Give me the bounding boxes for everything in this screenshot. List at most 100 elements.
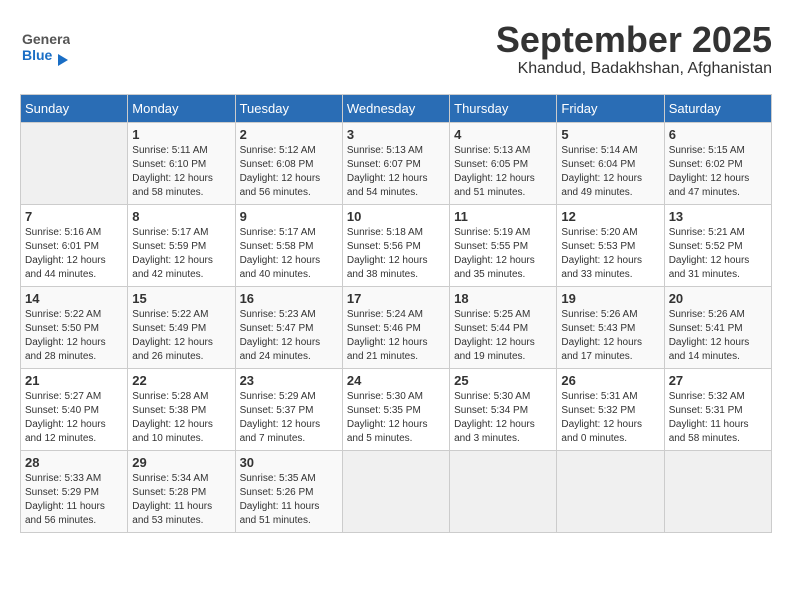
day-number: 18 <box>454 291 552 306</box>
calendar-week-row: 28 Sunrise: 5:33 AM Sunset: 5:29 PM Dayli… <box>21 450 772 532</box>
day-number: 15 <box>132 291 230 306</box>
day-number: 7 <box>25 209 123 224</box>
calendar-week-row: 7 Sunrise: 5:16 AM Sunset: 6:01 PM Daylig… <box>21 204 772 286</box>
day-number: 10 <box>347 209 445 224</box>
day-number: 26 <box>561 373 659 388</box>
day-number: 24 <box>347 373 445 388</box>
day-info: Sunrise: 5:21 AM Sunset: 5:52 PM Dayligh… <box>669 226 767 282</box>
weekday-header-cell: Friday <box>557 94 664 122</box>
month-title: September 2025 <box>496 20 772 60</box>
day-info: Sunrise: 5:30 AM Sunset: 5:35 PM Dayligh… <box>347 390 445 446</box>
calendar-week-row: 1 Sunrise: 5:11 AM Sunset: 6:10 PM Daylig… <box>21 122 772 204</box>
location-title: Khandud, Badakhshan, Afghanistan <box>496 60 772 78</box>
calendar-day-cell: 6 Sunrise: 5:15 AM Sunset: 6:02 PM Daylig… <box>664 122 771 204</box>
calendar-day-cell: 1 Sunrise: 5:11 AM Sunset: 6:10 PM Daylig… <box>128 122 235 204</box>
day-number: 22 <box>132 373 230 388</box>
day-info: Sunrise: 5:29 AM Sunset: 5:37 PM Dayligh… <box>240 390 338 446</box>
day-info: Sunrise: 5:34 AM Sunset: 5:28 PM Dayligh… <box>132 472 230 528</box>
day-number: 3 <box>347 127 445 142</box>
day-info: Sunrise: 5:17 AM Sunset: 5:59 PM Dayligh… <box>132 226 230 282</box>
day-info: Sunrise: 5:15 AM Sunset: 6:02 PM Dayligh… <box>669 144 767 200</box>
day-number: 20 <box>669 291 767 306</box>
day-info: Sunrise: 5:26 AM Sunset: 5:43 PM Dayligh… <box>561 308 659 364</box>
calendar-day-cell: 22 Sunrise: 5:28 AM Sunset: 5:38 PM Dayli… <box>128 368 235 450</box>
day-info: Sunrise: 5:23 AM Sunset: 5:47 PM Dayligh… <box>240 308 338 364</box>
calendar-day-cell <box>342 450 449 532</box>
day-number: 25 <box>454 373 552 388</box>
calendar-day-cell: 23Sunrise: 5:29 AM Sunset: 5:37 PM Dayli… <box>235 368 342 450</box>
day-info: Sunrise: 5:24 AM Sunset: 5:46 PM Dayligh… <box>347 308 445 364</box>
calendar-day-cell: 30 Sunrise: 5:35 AM Sunset: 5:26 PM Dayli… <box>235 450 342 532</box>
svg-text:Blue: Blue <box>22 47 53 63</box>
day-info: Sunrise: 5:17 AM Sunset: 5:58 PM Dayligh… <box>240 226 338 282</box>
calendar-day-cell: 21 Sunrise: 5:27 AM Sunset: 5:40 PM Dayli… <box>21 368 128 450</box>
title-area: September 2025 Khandud, Badakhshan, Afgh… <box>496 20 772 78</box>
day-info: Sunrise: 5:35 AM Sunset: 5:26 PM Dayligh… <box>240 472 338 528</box>
day-number: 11 <box>454 209 552 224</box>
day-number: 5 <box>561 127 659 142</box>
calendar-day-cell <box>21 122 128 204</box>
calendar-day-cell: 28 Sunrise: 5:33 AM Sunset: 5:29 PM Dayli… <box>21 450 128 532</box>
calendar-day-cell <box>557 450 664 532</box>
day-info: Sunrise: 5:25 AM Sunset: 5:44 PM Dayligh… <box>454 308 552 364</box>
day-number: 14 <box>25 291 123 306</box>
day-number: 27 <box>669 373 767 388</box>
day-number: 6 <box>669 127 767 142</box>
day-number: 19 <box>561 291 659 306</box>
calendar-week-row: 14 Sunrise: 5:22 AM Sunset: 5:50 PM Dayli… <box>21 286 772 368</box>
calendar-day-cell: 4Sunrise: 5:13 AM Sunset: 6:05 PM Daylig… <box>450 122 557 204</box>
calendar-day-cell: 10 Sunrise: 5:18 AM Sunset: 5:56 PM Dayli… <box>342 204 449 286</box>
day-info: Sunrise: 5:20 AM Sunset: 5:53 PM Dayligh… <box>561 226 659 282</box>
day-number: 8 <box>132 209 230 224</box>
calendar-day-cell: 15 Sunrise: 5:22 AM Sunset: 5:49 PM Dayli… <box>128 286 235 368</box>
calendar-day-cell: 3Sunrise: 5:13 AM Sunset: 6:07 PM Daylig… <box>342 122 449 204</box>
calendar-day-cell: 24 Sunrise: 5:30 AM Sunset: 5:35 PM Dayli… <box>342 368 449 450</box>
page-header: General Blue September 2025 Khandud, Bad… <box>20 20 772 78</box>
day-info: Sunrise: 5:27 AM Sunset: 5:40 PM Dayligh… <box>25 390 123 446</box>
calendar-body: 1 Sunrise: 5:11 AM Sunset: 6:10 PM Daylig… <box>21 122 772 532</box>
calendar-day-cell: 2Sunrise: 5:12 AM Sunset: 6:08 PM Daylig… <box>235 122 342 204</box>
calendar-day-cell: 29Sunrise: 5:34 AM Sunset: 5:28 PM Dayli… <box>128 450 235 532</box>
calendar-day-cell: 11Sunrise: 5:19 AM Sunset: 5:55 PM Dayli… <box>450 204 557 286</box>
calendar-day-cell: 7 Sunrise: 5:16 AM Sunset: 6:01 PM Daylig… <box>21 204 128 286</box>
logo: General Blue <box>20 20 74 70</box>
calendar-day-cell: 18 Sunrise: 5:25 AM Sunset: 5:44 PM Dayli… <box>450 286 557 368</box>
weekday-header-cell: Monday <box>128 94 235 122</box>
calendar-day-cell <box>664 450 771 532</box>
day-info: Sunrise: 5:32 AM Sunset: 5:31 PM Dayligh… <box>669 390 767 446</box>
day-info: Sunrise: 5:16 AM Sunset: 6:01 PM Dayligh… <box>25 226 123 282</box>
weekday-header-cell: Sunday <box>21 94 128 122</box>
day-number: 2 <box>240 127 338 142</box>
day-number: 17 <box>347 291 445 306</box>
day-number: 12 <box>561 209 659 224</box>
day-number: 30 <box>240 455 338 470</box>
calendar-day-cell: 26 Sunrise: 5:31 AM Sunset: 5:32 PM Dayli… <box>557 368 664 450</box>
calendar-day-cell: 17 Sunrise: 5:24 AM Sunset: 5:46 PM Dayli… <box>342 286 449 368</box>
calendar-day-cell <box>450 450 557 532</box>
day-info: Sunrise: 5:22 AM Sunset: 5:49 PM Dayligh… <box>132 308 230 364</box>
day-info: Sunrise: 5:22 AM Sunset: 5:50 PM Dayligh… <box>25 308 123 364</box>
day-info: Sunrise: 5:11 AM Sunset: 6:10 PM Dayligh… <box>132 144 230 200</box>
day-number: 9 <box>240 209 338 224</box>
day-info: Sunrise: 5:26 AM Sunset: 5:41 PM Dayligh… <box>669 308 767 364</box>
calendar-week-row: 21 Sunrise: 5:27 AM Sunset: 5:40 PM Dayli… <box>21 368 772 450</box>
calendar-day-cell: 19 Sunrise: 5:26 AM Sunset: 5:43 PM Dayli… <box>557 286 664 368</box>
day-number: 4 <box>454 127 552 142</box>
day-number: 16 <box>240 291 338 306</box>
day-info: Sunrise: 5:33 AM Sunset: 5:29 PM Dayligh… <box>25 472 123 528</box>
calendar-table: SundayMondayTuesdayWednesdayThursdayFrid… <box>20 94 772 533</box>
calendar-day-cell: 9 Sunrise: 5:17 AM Sunset: 5:58 PM Daylig… <box>235 204 342 286</box>
calendar-day-cell: 14 Sunrise: 5:22 AM Sunset: 5:50 PM Dayli… <box>21 286 128 368</box>
day-info: Sunrise: 5:18 AM Sunset: 5:56 PM Dayligh… <box>347 226 445 282</box>
weekday-header-cell: Tuesday <box>235 94 342 122</box>
day-info: Sunrise: 5:30 AM Sunset: 5:34 PM Dayligh… <box>454 390 552 446</box>
day-info: Sunrise: 5:28 AM Sunset: 5:38 PM Dayligh… <box>132 390 230 446</box>
day-number: 13 <box>669 209 767 224</box>
day-info: Sunrise: 5:31 AM Sunset: 5:32 PM Dayligh… <box>561 390 659 446</box>
day-number: 1 <box>132 127 230 142</box>
calendar-day-cell: 13 Sunrise: 5:21 AM Sunset: 5:52 PM Dayli… <box>664 204 771 286</box>
calendar-day-cell: 27 Sunrise: 5:32 AM Sunset: 5:31 PM Dayli… <box>664 368 771 450</box>
day-number: 28 <box>25 455 123 470</box>
day-number: 21 <box>25 373 123 388</box>
calendar-day-cell: 16 Sunrise: 5:23 AM Sunset: 5:47 PM Dayli… <box>235 286 342 368</box>
